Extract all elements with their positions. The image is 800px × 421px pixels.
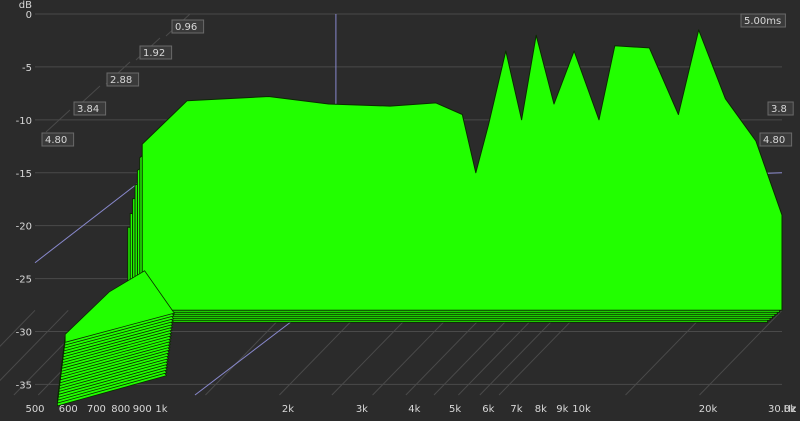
waterfall-svg: 0 -5 -10 -15 -20 -25 -30 -35 dB 500 600 700 800 900 1k… [0,0,800,417]
x-tick-label: 4k [408,404,420,415]
x-tick-label: 700 [87,404,106,415]
y-tick-label: -5 [22,63,32,74]
y-tick-label: 0 [26,10,32,21]
time-tag-left-text: 0.96 [175,22,197,33]
time-tag-left-text: 2.88 [110,75,132,86]
x-tick-label: 3k [356,404,368,415]
y-tick-label: -25 [16,275,32,286]
time-tag-left-text: 1.92 [143,48,165,59]
x-tick-label: 9k [556,404,568,415]
x-tick-label: 7k [510,404,522,415]
x-tick-label: 5k [449,404,461,415]
time-tag-left: 2.88 [106,72,140,87]
x-tick-label: 8k [535,404,547,415]
time-tag-right: 3.8 [767,101,794,116]
x-tick-label: 1k [155,404,167,415]
y-tick-label: -30 [16,328,32,339]
x-tick-label: 600 [59,404,78,415]
y-unit-label: dB [19,0,32,11]
x-tick-label: 900 [133,404,152,415]
x-tick-label: 6k [482,404,494,415]
time-tag-right-text: 3.8 [771,104,787,115]
time-tag-left: 4.80 [41,132,75,147]
y-tick-label: -10 [16,116,32,127]
y-tick-label: -15 [16,169,32,180]
waterfall-chart: 0 -5 -10 -15 -20 -25 -30 -35 dB 500 600 700 800 900 1k… [0,0,800,417]
x-unit-label: Hz [784,404,797,415]
time-tag-left: 3.84 [73,101,107,116]
time-tag-left-text: 4.80 [45,135,67,146]
time-tag-left-text: 3.84 [77,104,99,115]
y-tick-label: -20 [16,222,32,233]
time-tag-left: 0.96 [171,19,205,34]
time-tag-right-text: 5.00ms [744,16,781,27]
time-tag-right: 5.00ms [740,13,786,28]
time-tag-right-text: 4.80 [763,135,785,146]
x-tick-label: 800 [111,404,130,415]
x-tick-label: 10k [572,404,591,415]
y-tick-label: -35 [16,380,32,391]
time-tag-right: 4.80 [759,132,793,147]
x-tick-label: 500 [25,404,44,415]
x-tick-label: 2k [282,404,294,415]
time-tag-left: 1.92 [139,45,173,60]
x-tick-label: 20k [699,404,718,415]
